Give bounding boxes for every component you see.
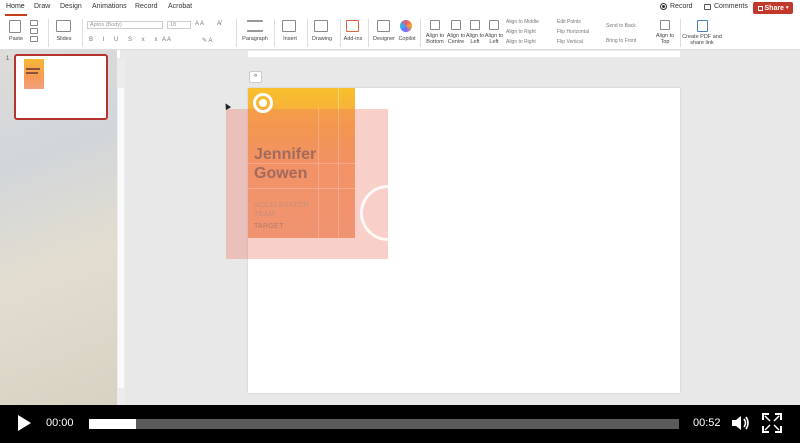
tab-acrobat[interactable]: Acrobat xyxy=(168,3,192,10)
logo-ring-icon xyxy=(253,93,273,113)
slide-number: 1 xyxy=(6,56,10,62)
volume-icon[interactable] xyxy=(731,414,751,432)
ribbon-divider xyxy=(680,19,681,47)
align-top-icon[interactable] xyxy=(660,20,670,30)
format-painter-icon[interactable] xyxy=(30,36,38,42)
font-name-select[interactable]: Aptos (Body) xyxy=(87,21,163,29)
horizontal-ruler xyxy=(120,50,800,58)
ribbon-divider xyxy=(420,19,421,47)
align-right-button[interactable]: Align to Right xyxy=(506,29,536,35)
ribbon-divider xyxy=(236,19,237,47)
ribbon-toolbar: Paste Slides Aptos (Body) 18 A A A̸ B I … xyxy=(0,16,800,50)
share-icon xyxy=(757,5,763,11)
designer-suggest-icon[interactable]: ⚬ xyxy=(249,71,262,83)
share-button[interactable]: Share ▾ xyxy=(753,2,793,14)
copilot-label: Copilot xyxy=(398,36,416,42)
align-top-label[interactable]: Align to Top xyxy=(654,33,676,45)
comments-button[interactable]: Comments xyxy=(704,3,748,10)
align-bottom-label[interactable]: Align to Bottom xyxy=(424,33,446,45)
tab-home[interactable]: Home xyxy=(6,3,25,10)
fullscreen-icon[interactable] xyxy=(762,413,782,433)
new-slide-icon[interactable] xyxy=(56,20,71,32)
ribbon-divider xyxy=(274,19,275,47)
drawing-icon[interactable] xyxy=(314,20,328,32)
add-ins-icon[interactable] xyxy=(346,20,359,32)
font-size-select[interactable]: 18 xyxy=(167,21,191,29)
name-line-2: Gowen xyxy=(254,165,308,182)
align-middle-button[interactable]: Align to Middle xyxy=(506,19,539,25)
chevron-down-icon: ▾ xyxy=(785,5,789,11)
create-pdf-icon[interactable] xyxy=(697,20,708,32)
designer-label: Designer xyxy=(372,36,395,42)
ribbon-divider xyxy=(82,19,83,47)
add-ins-label: Add-ins xyxy=(343,36,363,42)
flip-vertical-button[interactable]: Flip Vertical xyxy=(557,39,583,45)
thumbnail-text-line xyxy=(26,72,38,74)
total-time: 00:52 xyxy=(693,417,721,429)
name-line-1: Jennifer xyxy=(254,146,317,163)
flip-horizontal-button[interactable]: Flip Horizontal xyxy=(557,29,589,35)
comments-label: Comments xyxy=(714,3,748,10)
record-icon xyxy=(660,3,667,10)
align-left-icon-2[interactable] xyxy=(489,20,499,30)
send-to-back-button[interactable]: Send to Back xyxy=(606,23,636,29)
drawing-label: Drawing xyxy=(311,36,333,42)
font-style-buttons[interactable]: B I U S x x xyxy=(89,37,161,43)
vertical-ruler xyxy=(117,58,125,405)
ribbon-divider xyxy=(368,19,369,47)
align-right-button-2[interactable]: Align to Right xyxy=(506,39,536,45)
insert-icon[interactable] xyxy=(282,20,296,32)
card-team[interactable]: ACCELERATOR TEAM xyxy=(254,201,309,219)
share-label: Share xyxy=(764,4,784,12)
copilot-icon[interactable] xyxy=(400,20,412,32)
paste-icon[interactable] xyxy=(9,20,21,33)
cut-icon[interactable] xyxy=(30,20,38,26)
edit-points-button[interactable]: Edit Points xyxy=(557,19,581,25)
card-name[interactable]: Jennifer Gowen xyxy=(254,145,316,183)
create-pdf-label[interactable]: Create PDF and share link xyxy=(682,34,722,46)
designer-icon[interactable] xyxy=(377,20,390,32)
font-color-icon[interactable]: A A xyxy=(162,37,171,43)
ribbon-divider xyxy=(307,19,308,47)
play-icon[interactable] xyxy=(18,415,31,431)
tab-animations[interactable]: Animations xyxy=(92,3,127,10)
paste-label: Paste xyxy=(8,36,24,42)
copy-icon[interactable] xyxy=(30,28,38,34)
progress-bar[interactable] xyxy=(89,419,679,429)
team-line-2: TEAM xyxy=(254,211,275,218)
current-time: 00:00 xyxy=(46,417,74,429)
thumbnail-text-line xyxy=(26,68,40,70)
tab-design[interactable]: Design xyxy=(60,3,82,10)
paragraph-label: Paragraph xyxy=(242,36,268,42)
tab-record[interactable]: Record xyxy=(135,3,158,10)
insert-label: Insert xyxy=(283,36,297,42)
team-line-1: ACCELERATOR xyxy=(254,202,310,209)
font-grow-shrink-icon[interactable]: A A xyxy=(195,21,204,27)
slide-thumbnail[interactable] xyxy=(14,54,108,120)
ribbon-divider xyxy=(48,19,49,47)
paragraph-icon[interactable] xyxy=(247,20,263,32)
highlight-color-icon[interactable]: ✎ A xyxy=(202,37,212,44)
record-label: Record xyxy=(670,3,693,10)
tab-draw[interactable]: Draw xyxy=(34,3,50,10)
progress-fill xyxy=(89,419,137,429)
thumbnail-card xyxy=(24,59,44,89)
card-target[interactable]: TARGET xyxy=(254,223,284,230)
slides-label: Slides xyxy=(56,36,72,42)
align-left-label[interactable]: Align to Left xyxy=(465,33,485,45)
clear-format-icon[interactable]: A̸ xyxy=(217,21,221,27)
align-centre-icon[interactable] xyxy=(451,20,461,30)
align-left-label-2[interactable]: Align to Left xyxy=(484,33,504,45)
dragged-card-overlay[interactable] xyxy=(226,109,388,259)
comment-icon xyxy=(704,3,711,10)
align-centre-label[interactable]: Align to Centre xyxy=(445,33,467,45)
ribbon-divider xyxy=(340,19,341,47)
ribbon-tab-bar: Home Draw Design Animations Record Acrob… xyxy=(0,0,800,16)
record-button[interactable]: Record xyxy=(660,3,693,10)
align-left-icon[interactable] xyxy=(470,20,480,30)
bring-to-front-button[interactable]: Bring to Front xyxy=(606,38,636,44)
align-bottom-icon[interactable] xyxy=(430,20,440,30)
